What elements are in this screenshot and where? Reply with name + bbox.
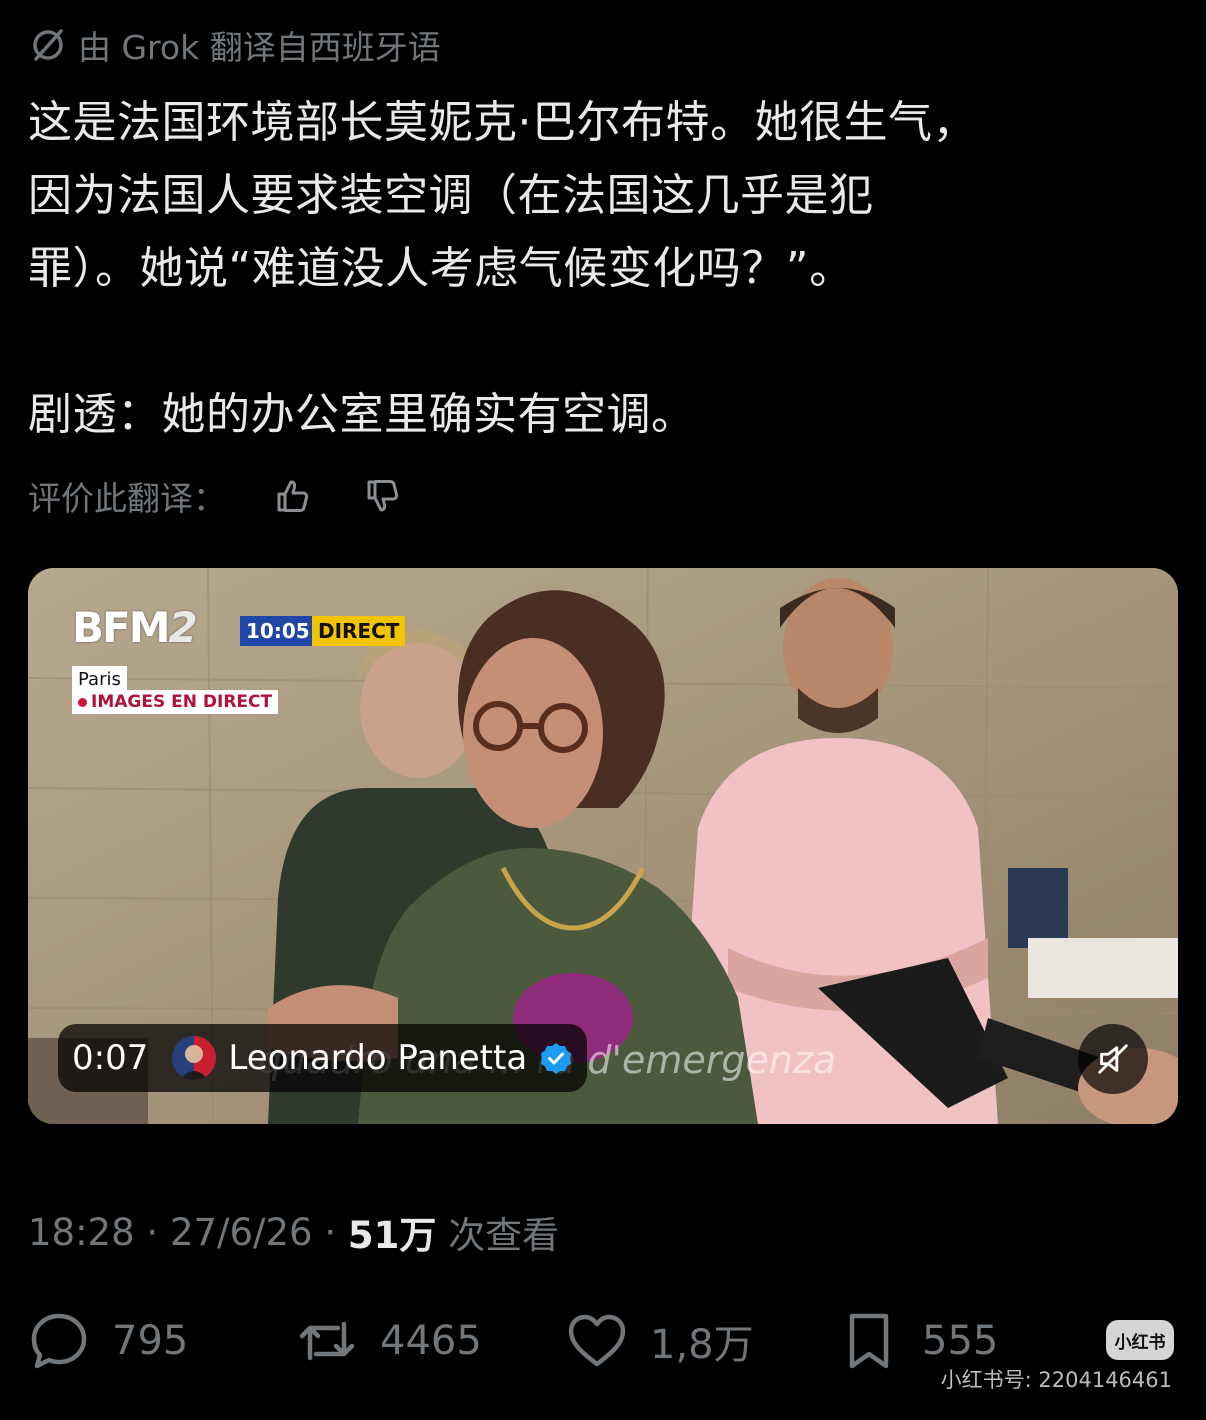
reply-count: 795	[112, 1318, 189, 1364]
channel-logo-suffix: 2	[168, 602, 198, 652]
broadcast-status: DIRECT	[312, 616, 406, 646]
like-button[interactable]: 1,8万	[566, 1306, 754, 1376]
tweet-meta: 18:28 · 27/6/26 · 51万 次查看	[28, 1204, 559, 1260]
thumbs-up-button[interactable]	[270, 473, 316, 519]
grok-icon	[33, 29, 63, 61]
meta-separator: ·	[134, 1210, 170, 1254]
watermark-text: 小红书号: 2204146461	[940, 1368, 1172, 1392]
repost-button[interactable]: 4465	[296, 1306, 482, 1376]
bookmark-icon	[849, 1313, 889, 1369]
views-label: 次查看	[436, 1214, 560, 1257]
channel-logo-main: BFM	[72, 602, 170, 652]
reply-icon	[31, 1313, 87, 1369]
rate-translation: 评价此翻译：	[28, 470, 406, 522]
tweet-time[interactable]: 18:28	[28, 1211, 135, 1254]
live-label-text: IMAGES EN DIRECT	[91, 692, 273, 712]
translation-label: 由 Grok 翻译自西班牙语	[78, 28, 441, 67]
broadcast-location: Paris	[72, 666, 127, 692]
volume-muted-icon	[1098, 1044, 1128, 1074]
like-count: 1,8万	[650, 1322, 754, 1368]
avatar-image	[172, 1036, 217, 1080]
thumbs-down-icon	[367, 480, 399, 512]
mute-button[interactable]	[1078, 1024, 1148, 1094]
reply-button[interactable]: 795	[28, 1306, 188, 1376]
avatar[interactable]	[172, 1036, 217, 1080]
thumbs-down-button[interactable]	[360, 473, 406, 519]
video-elapsed-time: 0:07	[72, 1038, 149, 1078]
live-dot-icon	[78, 697, 87, 707]
tweet-text: 这是法国环境部长莫妮克·巴尔布特。她很生气， 因为法国人要求装空调（在法国这几乎…	[28, 97, 977, 440]
thumbs-up-icon	[277, 480, 309, 512]
verified-badge-icon	[541, 1043, 572, 1074]
translation-header[interactable]: 由 Grok 翻译自西班牙语	[28, 22, 441, 68]
rate-translation-label: 评价此翻译：	[28, 479, 226, 518]
video-info-pill[interactable]: 0:07 Leonardo Panetta	[58, 1024, 588, 1092]
meta-separator: ·	[312, 1210, 348, 1254]
tweet-date[interactable]: 27/6/26	[170, 1211, 313, 1254]
channel-logo: BFM 2	[72, 602, 198, 652]
views-count: 51万	[347, 1214, 437, 1257]
video-author-name[interactable]: Leonardo Panetta	[228, 1038, 527, 1078]
heart-icon	[568, 1314, 626, 1367]
live-label: IMAGES EN DIRECT	[72, 690, 279, 714]
watermark-logo: 小红书	[1106, 1320, 1174, 1360]
broadcast-time: 10:05	[240, 616, 316, 646]
bookmark-count: 555	[922, 1318, 999, 1364]
repost-icon	[299, 1321, 355, 1361]
repost-count: 4465	[380, 1318, 482, 1364]
video-player[interactable]: BFM 2 10:05 DIRECT Paris IMAGES EN DIRECT…	[28, 568, 1178, 1124]
